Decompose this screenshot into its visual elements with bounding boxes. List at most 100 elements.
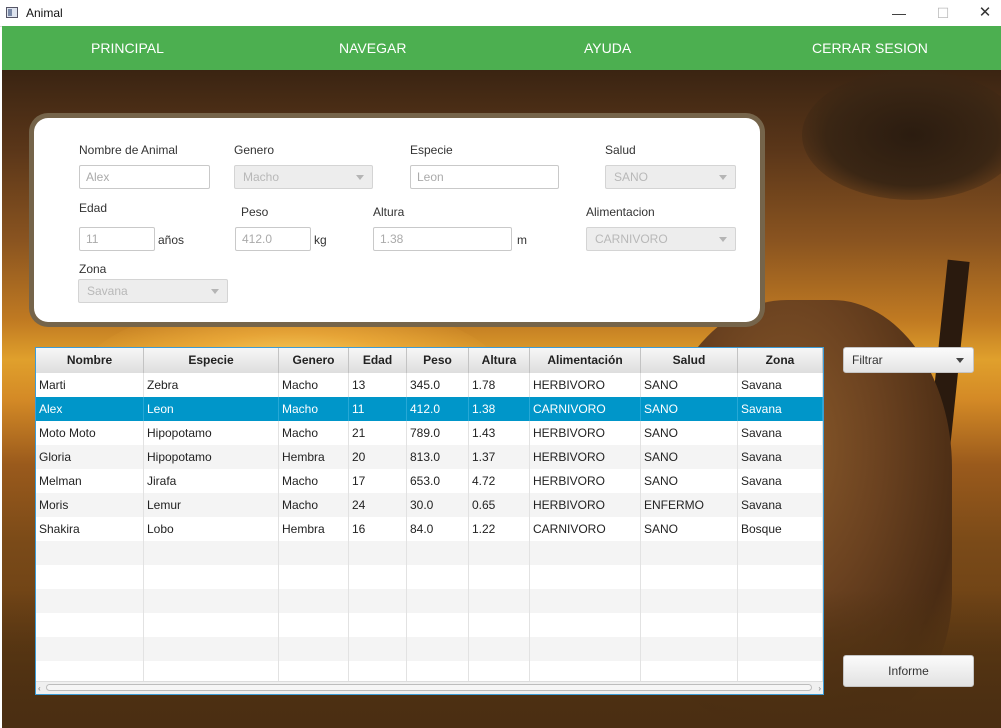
table-cell: Macho <box>279 421 349 445</box>
nav-ayuda[interactable]: AYUDA <box>584 26 631 70</box>
table-cell <box>469 637 530 661</box>
nav-navegar[interactable]: NAVEGAR <box>339 26 406 70</box>
column-header[interactable]: Alimentación <box>530 348 641 373</box>
table-cell <box>144 637 279 661</box>
column-header[interactable]: Zona <box>738 348 823 373</box>
table-cell <box>36 637 144 661</box>
table-cell <box>530 589 641 613</box>
table-cell <box>469 613 530 637</box>
table-cell: HERBIVORO <box>530 469 641 493</box>
table-cell: Leon <box>144 397 279 421</box>
edad-unit: años <box>158 233 185 247</box>
table-cell: 4.72 <box>469 469 530 493</box>
chevron-down-icon <box>211 289 219 294</box>
table-cell: CARNIVORO <box>530 397 641 421</box>
table-cell <box>144 541 279 565</box>
table-cell: Savana <box>738 469 823 493</box>
empty-table-row[interactable] <box>36 589 823 613</box>
animal-form-card: Nombre de Animal Alex Genero Macho Espec… <box>34 118 760 322</box>
empty-table-row[interactable] <box>36 565 823 589</box>
table-cell <box>469 541 530 565</box>
table-cell <box>641 637 738 661</box>
column-header[interactable]: Peso <box>407 348 469 373</box>
table-cell <box>407 541 469 565</box>
table-cell <box>738 565 823 589</box>
table-cell: Melman <box>36 469 144 493</box>
filtrar-select[interactable]: Filtrar <box>843 347 974 373</box>
empty-table-row[interactable] <box>36 613 823 637</box>
table-row[interactable]: Gloria Hipopotamo Hembra 20 813.0 1.37 HERBIVO… <box>36 445 823 469</box>
table-cell: 30.0 <box>407 493 469 517</box>
genero-select-value: Macho <box>243 170 280 184</box>
table-cell <box>144 565 279 589</box>
table-cell: ENFERMO <box>641 493 738 517</box>
table-row[interactable]: Moris Lemur Macho 24 30.0 0.65 HERBIVORO ENFERM… <box>36 493 823 517</box>
especie-input[interactable]: Leon <box>410 165 559 189</box>
nav-cerrar-sesion[interactable]: CERRAR SESION <box>812 26 928 70</box>
table-cell <box>349 613 407 637</box>
table-cell <box>738 613 823 637</box>
nav-principal[interactable]: PRINCIPAL <box>91 26 164 70</box>
salud-select[interactable]: SANO <box>605 165 736 189</box>
table-cell: Jirafa <box>144 469 279 493</box>
table-cell: 16 <box>349 517 407 541</box>
close-icon[interactable]: ✕ <box>962 0 1001 26</box>
altura-input[interactable]: 1.38 <box>373 227 512 251</box>
column-header[interactable]: Salud <box>641 348 738 373</box>
table-row[interactable]: Alex Leon Macho 11 412.0 1.38 CARNIVORO SANO Sav… <box>36 397 823 421</box>
maximize-icon[interactable]: ☐ <box>920 0 966 26</box>
table-cell: Savana <box>738 493 823 517</box>
table-cell: Savana <box>738 397 823 421</box>
genero-select[interactable]: Macho <box>234 165 373 189</box>
nombre-label: Nombre de Animal <box>79 143 178 157</box>
zona-select[interactable]: Savana <box>78 279 228 303</box>
table-cell: SANO <box>641 469 738 493</box>
table-cell: HERBIVORO <box>530 373 641 397</box>
table-cell <box>407 589 469 613</box>
table-cell <box>144 589 279 613</box>
animals-table[interactable]: Nombre Especie Genero Edad Peso Altura Aliment… <box>35 347 824 695</box>
peso-input[interactable]: 412.0 <box>235 227 311 251</box>
table-row[interactable]: Marti Zebra Macho 13 345.0 1.78 HERBIVORO SANO S… <box>36 373 823 397</box>
table-cell: 1.43 <box>469 421 530 445</box>
column-header[interactable]: Genero <box>279 348 349 373</box>
nombre-input[interactable]: Alex <box>79 165 210 189</box>
table-cell: 345.0 <box>407 373 469 397</box>
scroll-left-icon[interactable]: ‹ <box>38 684 41 693</box>
table-cell: Moto Moto <box>36 421 144 445</box>
column-header[interactable]: Altura <box>469 348 530 373</box>
column-header[interactable]: Edad <box>349 348 407 373</box>
table-cell <box>738 589 823 613</box>
table-cell <box>279 613 349 637</box>
peso-unit: kg <box>314 233 327 247</box>
table-cell: 13 <box>349 373 407 397</box>
table-cell <box>738 541 823 565</box>
column-header[interactable]: Especie <box>144 348 279 373</box>
empty-table-row[interactable] <box>36 541 823 565</box>
table-cell: 1.78 <box>469 373 530 397</box>
empty-table-row[interactable] <box>36 637 823 661</box>
minimize-icon[interactable]: — <box>876 0 922 26</box>
edad-label: Edad <box>79 201 108 215</box>
table-row[interactable]: Shakira Lobo Hembra 16 84.0 1.22 CARNIVORO SANO… <box>36 517 823 541</box>
scroll-right-icon[interactable]: › <box>818 684 821 693</box>
table-cell: SANO <box>641 517 738 541</box>
chevron-down-icon <box>719 237 727 242</box>
table-cell: 21 <box>349 421 407 445</box>
table-cell: SANO <box>641 445 738 469</box>
window-titlebar: Animal — ☐ ✕ <box>0 0 1001 27</box>
table-cell <box>530 613 641 637</box>
table-cell: HERBIVORO <box>530 493 641 517</box>
column-header[interactable]: Nombre <box>36 348 144 373</box>
scrollbar-thumb[interactable] <box>46 684 812 691</box>
table-cell: 813.0 <box>407 445 469 469</box>
horizontal-scrollbar[interactable]: ‹ › <box>36 681 823 694</box>
edad-input[interactable]: 11 <box>79 227 155 251</box>
alimentacion-select[interactable]: CARNIVORO <box>586 227 736 251</box>
chevron-down-icon <box>956 358 964 363</box>
genero-label: Genero <box>234 143 275 157</box>
table-cell: SANO <box>641 373 738 397</box>
informe-button[interactable]: Informe <box>843 655 974 687</box>
table-row[interactable]: Moto Moto Hipopotamo Macho 21 789.0 1.43 HERBI… <box>36 421 823 445</box>
table-row[interactable]: Melman Jirafa Macho 17 653.0 4.72 HERBIVORO SAN… <box>36 469 823 493</box>
